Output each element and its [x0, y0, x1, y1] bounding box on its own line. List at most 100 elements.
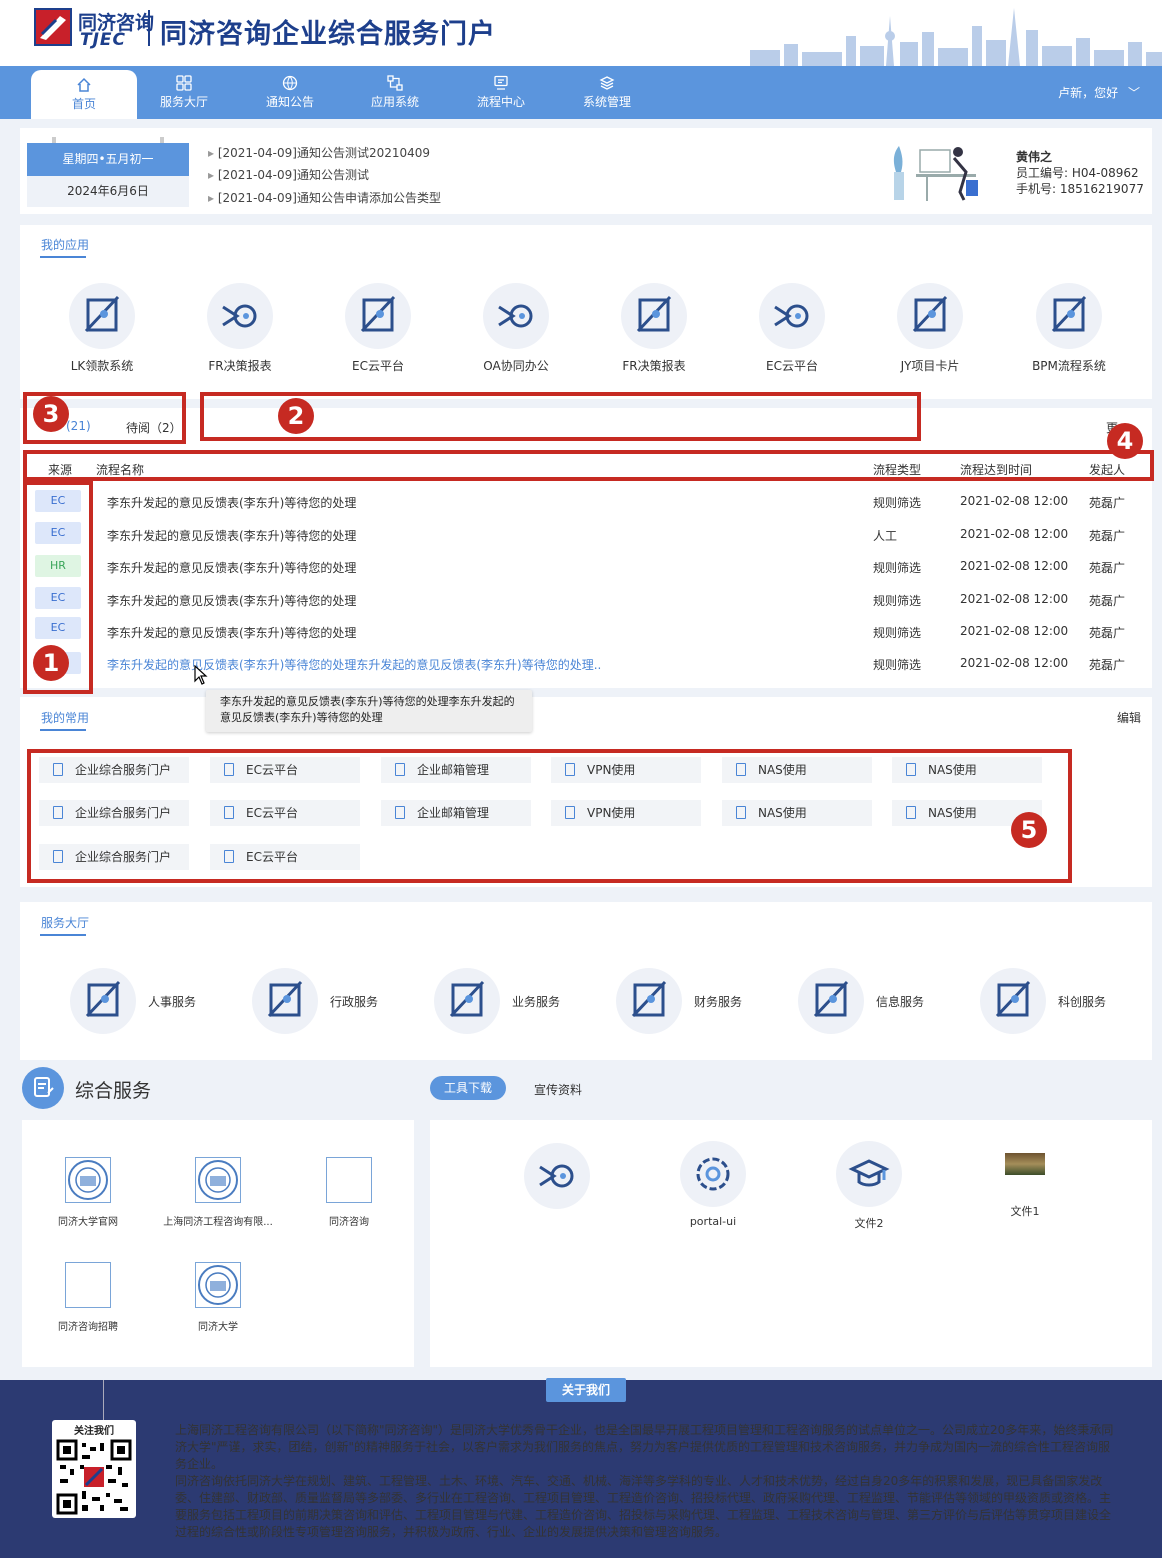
fish-icon — [207, 283, 273, 349]
service-label: 科创服务 — [1058, 995, 1107, 1009]
process-time: 2021-02-08 12:00 — [960, 494, 1069, 508]
app-oa[interactable]: OA协同办公 — [456, 283, 576, 374]
process-time: 2021-02-08 12:00 — [960, 592, 1069, 606]
logo-mark — [34, 8, 72, 46]
tool-item[interactable] — [502, 1143, 612, 1217]
tab-tool-download[interactable]: 工具下载 — [430, 1076, 506, 1100]
app-label: JY项目卡片 — [900, 359, 960, 373]
notice-item[interactable]: [2021-04-09]通知公告测试20210409 — [208, 144, 430, 161]
user-menu[interactable]: 卢新，您好 ﹀ — [1058, 84, 1140, 101]
nav-home[interactable]: 首页 — [31, 70, 137, 119]
office-illustration — [893, 146, 978, 201]
process-time: 2021-02-08 12:00 — [960, 527, 1069, 541]
process-time: 2021-02-08 12:00 — [960, 624, 1069, 638]
phone-number: 手机号: 18516219077 — [1016, 182, 1144, 196]
portal-title: 同济咨询企业综合服务门户 — [160, 19, 496, 50]
process-type: 规则筛选 — [873, 594, 922, 608]
nav-notices[interactable]: 通知公告 — [237, 66, 343, 119]
app-bpm[interactable]: BPM流程系统 — [1009, 283, 1129, 374]
process-initiator: 苑磊广 — [1089, 626, 1126, 640]
apps-icon — [387, 75, 403, 91]
link-tongji-univ[interactable]: 同济大学 — [163, 1262, 273, 1333]
process-initiator: 苑磊广 — [1089, 496, 1126, 510]
nav-process-label: 流程中心 — [476, 95, 525, 109]
process-initiator: 苑磊广 — [1089, 658, 1126, 672]
service-label: 业务服务 — [512, 995, 561, 1009]
process-initiator: 苑磊广 — [1089, 529, 1126, 543]
edit-button[interactable]: 编辑 — [1117, 709, 1141, 726]
broken-image-icon — [69, 283, 135, 349]
service-hall-title: 服务大厅 — [41, 916, 90, 930]
link-tjec[interactable]: 同济咨询 — [294, 1157, 404, 1228]
process-name[interactable]: 李东升发起的意见反馈表(李东升)等待您的处理 — [107, 527, 356, 544]
app-lk[interactable]: LK领款系统 — [42, 283, 162, 374]
tool-label: portal-ui — [689, 1215, 737, 1228]
chevron-down-icon: ﹀ — [1127, 86, 1140, 100]
broken-image-icon — [616, 968, 682, 1034]
logo-divider — [148, 10, 150, 46]
process-name[interactable]: 李东升发起的意见反馈表(李东升)等待您的处理 — [107, 624, 356, 641]
tool-file1[interactable]: 文件1 — [970, 1153, 1080, 1219]
nav-system[interactable]: 系统管理 — [554, 66, 660, 119]
app-label: OA协同办公 — [483, 359, 549, 373]
link-tjec-company[interactable]: 上海同济工程咨询有限... — [163, 1157, 273, 1228]
integrated-title: 综合服务 — [75, 1080, 152, 1102]
blank-image-icon — [65, 1262, 111, 1308]
broken-image-icon — [252, 968, 318, 1034]
process-time: 2021-02-08 12:00 — [960, 559, 1069, 573]
section-underline — [40, 729, 86, 731]
my-apps-title: 我的应用 — [41, 238, 90, 252]
link-tongji-official[interactable]: 同济大学官网 — [33, 1157, 143, 1228]
app-jy[interactable]: JY项目卡片 — [870, 283, 990, 374]
qr-code-icon — [56, 1439, 132, 1515]
app-ec[interactable]: EC云平台 — [318, 283, 438, 374]
fish-icon — [524, 1143, 590, 1209]
app-fr[interactable]: FR决策报表 — [180, 283, 300, 374]
process-tooltip: 李东升发起的意见反馈表(李东升)等待您的处理李东升发起的意见反馈表(李东升)等待… — [206, 690, 532, 732]
my-favorites-title: 我的常用 — [41, 711, 90, 725]
tool-file2[interactable]: 文件2 — [814, 1141, 924, 1231]
notice-item[interactable]: [2021-04-09]通知公告测试 — [208, 166, 369, 183]
process-name[interactable]: 李东升发起的意见反馈表(李东升)等待您的处理 — [107, 494, 356, 511]
hang-string — [103, 1380, 104, 1420]
monitor-icon — [494, 75, 508, 90]
nav-service-hall[interactable]: 服务大厅 — [131, 66, 237, 119]
tool-portal-ui[interactable]: portal-ui — [658, 1141, 768, 1228]
link-label: 同济咨询 — [329, 1217, 369, 1228]
section-underline — [40, 256, 86, 258]
annotation-marker-4: 4 — [1107, 423, 1143, 459]
nav-apps[interactable]: 应用系统 — [342, 66, 448, 119]
about-paragraph-1: 上海同济工程咨询有限公司（以下简称"同济咨询"）是同济大学优秀骨干企业，也是全国… — [175, 1423, 1114, 1471]
annotation-marker-5: 5 — [1011, 812, 1047, 848]
service-label: 人事服务 — [148, 995, 197, 1009]
app-fr-2[interactable]: FR决策报表 — [594, 283, 714, 374]
app-label: LK领款系统 — [70, 359, 134, 373]
notice-item[interactable]: [2021-04-09]通知公告申请添加公告类型 — [208, 189, 441, 206]
section-underline — [40, 934, 86, 936]
annotation-marker-1: 1 — [33, 645, 69, 681]
service-label: 行政服务 — [330, 995, 379, 1009]
calendar-date: 2024年6月6日 — [27, 176, 189, 207]
university-seal-icon — [65, 1157, 111, 1203]
process-name-hovered[interactable]: 李东升发起的意见反馈表(李东升)等待您的处理东升发起的意见反馈表(李东升)等待您… — [107, 656, 601, 673]
process-name[interactable]: 李东升发起的意见反馈表(李东升)等待您的处理 — [107, 592, 356, 609]
nav-process[interactable]: 流程中心 — [448, 66, 554, 119]
app-label: EC云平台 — [766, 359, 818, 373]
annotation-marker-2: 2 — [278, 398, 314, 434]
gear-icon — [680, 1141, 746, 1207]
image-thumbnail — [1005, 1153, 1045, 1175]
user-greeting: 卢新，您好 — [1058, 86, 1119, 100]
broken-image-icon — [897, 283, 963, 349]
nav-apps-label: 应用系统 — [370, 95, 419, 109]
about-us-badge: 关于我们 — [546, 1378, 626, 1402]
process-name[interactable]: 李东升发起的意见反馈表(李东升)等待您的处理 — [107, 559, 356, 576]
broken-image-icon — [434, 968, 500, 1034]
annotation-box-5 — [27, 749, 1072, 883]
graduation-cap-icon — [836, 1141, 902, 1207]
app-ec-2[interactable]: EC云平台 — [732, 283, 852, 374]
broken-image-icon — [798, 968, 864, 1034]
mouse-cursor-icon — [194, 665, 208, 685]
link-tjec-recruit[interactable]: 同济咨询招聘 — [33, 1262, 143, 1333]
link-label: 同济大学官网 — [58, 1217, 118, 1228]
tab-promo-materials[interactable]: 宣传资料 — [534, 1081, 582, 1098]
